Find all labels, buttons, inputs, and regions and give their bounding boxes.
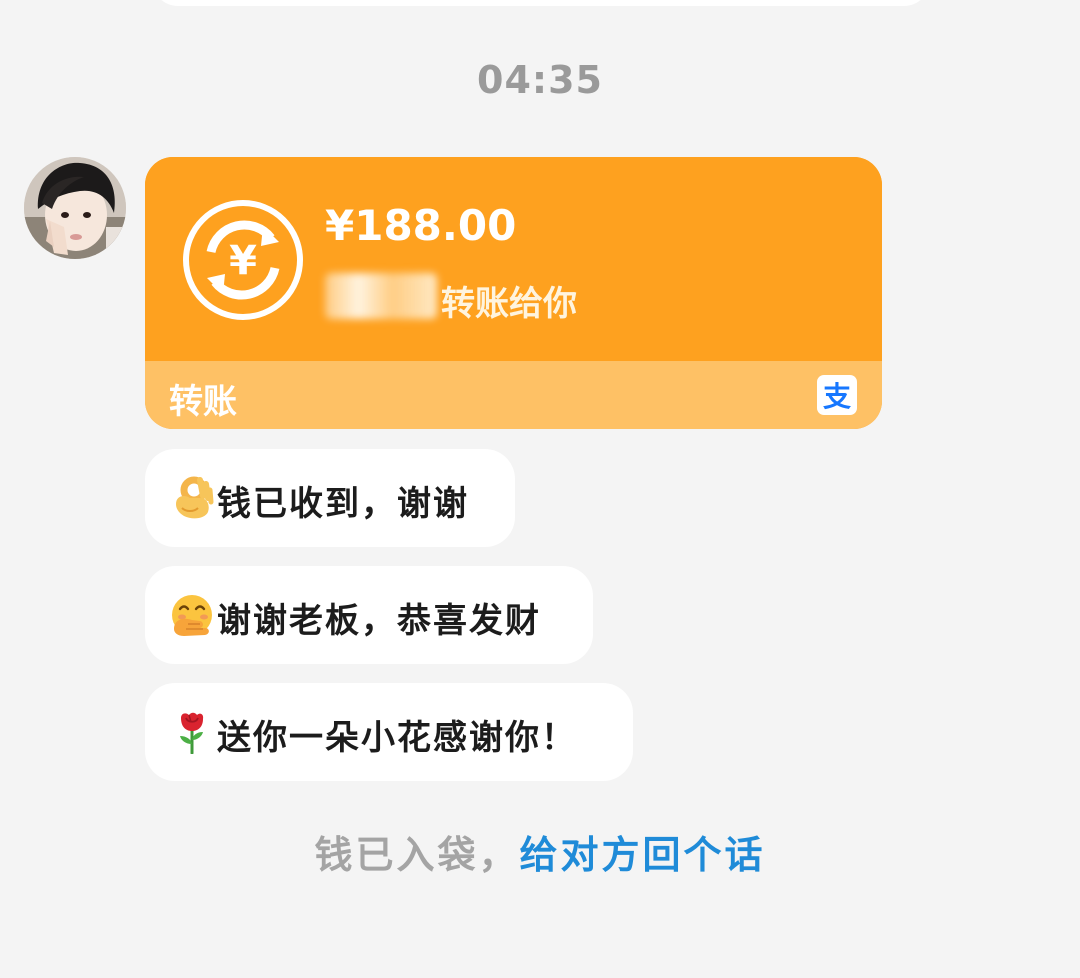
transfer-card[interactable]: ¥ ¥188.00 转账给你 转账 支 [145, 157, 882, 429]
transfer-description: 转账给你 [441, 284, 577, 324]
currency-exchange-icon: ¥ [183, 200, 303, 320]
alipay-icon: 支 [817, 375, 857, 415]
message-text: 钱已收到，谢谢 [217, 484, 469, 524]
previous-message-bubble [152, 0, 930, 6]
message-bubble[interactable]: 送你一朵小花感谢你！ [145, 683, 633, 781]
alipay-glyph: 支 [823, 380, 851, 413]
reply-prompt: 钱已入袋，给对方回个话 [0, 824, 1080, 879]
transfer-type-label: 转账 [169, 382, 237, 422]
message-timestamp: 04:35 [477, 58, 603, 102]
message-text: 送你一朵小花感谢你！ [217, 718, 577, 758]
transfer-amount: ¥188.00 [325, 201, 517, 250]
message-bubble[interactable]: 钱已收到，谢谢 [145, 449, 515, 547]
message-bubble[interactable]: 谢谢老板，恭喜发财 [145, 566, 593, 664]
hand-over-mouth-emoji [172, 595, 212, 636]
rose-emoji [180, 712, 204, 754]
reply-prompt-text: 钱已入袋， [314, 833, 520, 877]
currency-symbol: ¥ [229, 238, 257, 284]
sender-avatar[interactable] [24, 157, 126, 259]
alipay-glyph-text: 支 [823, 380, 851, 413]
message-text: 谢谢老板，恭喜发财 [217, 601, 541, 641]
ok-hand-emoji [176, 476, 214, 519]
avatar-photo [24, 157, 126, 259]
transfer-card-body: ¥ ¥188.00 转账给你 [145, 157, 882, 361]
sender-name-redacted [325, 273, 437, 319]
reply-link[interactable]: 给对方回个话 [520, 833, 766, 877]
transfer-card-footer: 转账 支 [145, 361, 882, 429]
